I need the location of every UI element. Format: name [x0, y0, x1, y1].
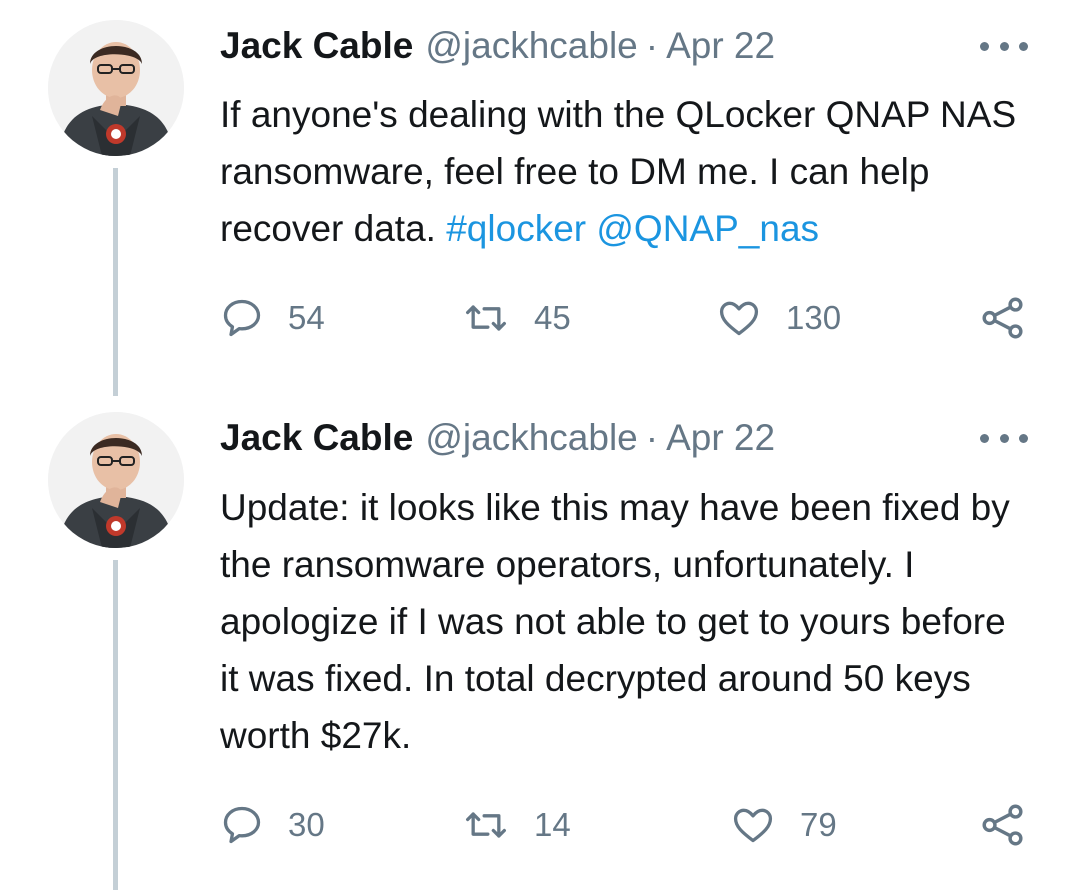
tweet-header: Jack Cable @jackhcable · Apr 22: [220, 18, 775, 74]
text-space: [586, 208, 596, 249]
more-icon[interactable]: [980, 426, 1028, 450]
share-button[interactable]: [980, 795, 1026, 855]
author-name[interactable]: Jack Cable: [220, 410, 413, 466]
author-handle[interactable]: @jackhcable: [425, 410, 637, 466]
reply-icon: [220, 803, 264, 847]
tweet-date[interactable]: Apr 22: [666, 410, 775, 466]
share-icon: [980, 802, 1026, 848]
retweet-icon: [462, 803, 510, 847]
reply-count: 30: [288, 806, 325, 843]
hashtag-link[interactable]: #qlocker: [446, 208, 586, 249]
like-button[interactable]: 79: [730, 795, 837, 855]
like-icon: [730, 803, 776, 847]
tweet-date[interactable]: Apr 22: [666, 18, 775, 74]
like-count: 130: [786, 299, 842, 336]
tweet-text: If anyone's dealing with the QLocker QNA…: [220, 86, 1020, 257]
reply-icon: [220, 296, 264, 340]
author-name[interactable]: Jack Cable: [220, 18, 413, 74]
tweet-actions: 30 14 79: [220, 795, 1040, 855]
retweet-icon: [462, 296, 510, 340]
share-icon: [980, 295, 1026, 341]
mention-link[interactable]: @QNAP_nas: [596, 208, 819, 249]
reply-button[interactable]: 30: [220, 795, 325, 855]
reply-count: 54: [288, 299, 325, 336]
avatar[interactable]: [48, 412, 184, 548]
retweet-button[interactable]: 14: [462, 795, 571, 855]
share-button[interactable]: [980, 288, 1026, 348]
retweet-button[interactable]: 45: [462, 288, 571, 348]
tweet[interactable]: Jack Cable @jackhcable · Apr 22 If anyon…: [0, 0, 1080, 400]
author-handle[interactable]: @jackhcable: [425, 18, 637, 74]
more-icon[interactable]: [980, 34, 1028, 58]
like-icon: [716, 296, 762, 340]
tweet-text: Update: it looks like this may have been…: [220, 487, 1010, 756]
tweet-header: Jack Cable @jackhcable · Apr 22: [220, 410, 775, 466]
separator: ·: [645, 25, 659, 66]
reply-button[interactable]: 54: [220, 288, 325, 348]
retweet-count: 14: [534, 806, 571, 843]
tweet-actions: 54 45 130: [220, 288, 1040, 348]
separator: ·: [645, 417, 659, 458]
like-button[interactable]: 130: [716, 288, 841, 348]
like-count: 79: [800, 806, 837, 843]
avatar[interactable]: [48, 20, 184, 156]
tweet[interactable]: Jack Cable @jackhcable · Apr 22 Update: …: [0, 400, 1080, 890]
retweet-count: 45: [534, 299, 571, 336]
